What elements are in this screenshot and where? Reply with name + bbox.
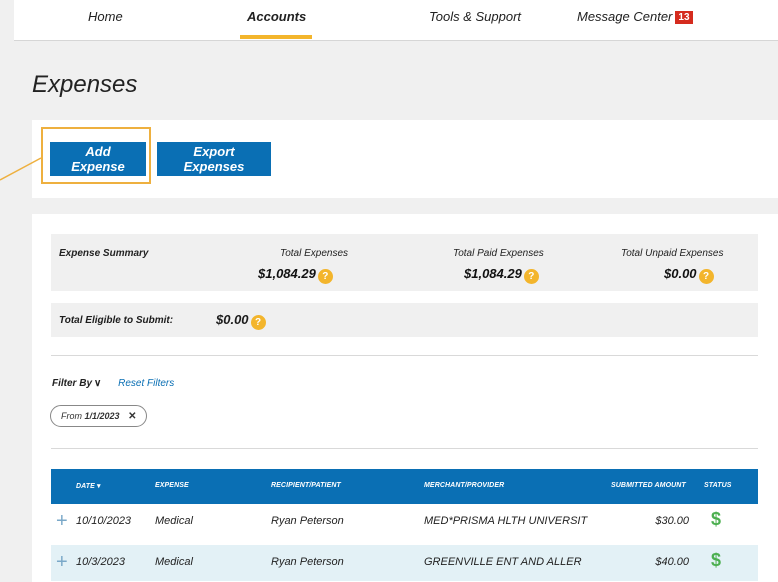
active-tab-indicator bbox=[240, 35, 312, 39]
row-amount: $40.00 bbox=[655, 556, 689, 568]
filter-row: Filter By ∨ Reset Filters bbox=[52, 378, 174, 389]
dollar-icon: $ bbox=[711, 509, 722, 529]
filter-chip-prefix: From bbox=[61, 411, 82, 421]
row-expense: Medical bbox=[155, 515, 193, 527]
eligible-label: Total Eligible to Submit: bbox=[59, 315, 174, 326]
summary-heading: Expense Summary bbox=[59, 248, 149, 259]
total-unpaid-value: $0.00? bbox=[664, 266, 714, 284]
total-expenses-amount: $1,084.29 bbox=[258, 266, 316, 281]
dollar-icon: $ bbox=[711, 550, 722, 570]
expense-header: EXPENSE bbox=[155, 482, 189, 489]
message-count-badge: 13 bbox=[675, 11, 693, 24]
help-icon[interactable]: ? bbox=[250, 315, 266, 330]
reset-filters-link[interactable]: Reset Filters bbox=[118, 378, 174, 389]
add-expense-button[interactable]: Add Expense bbox=[50, 142, 146, 176]
total-paid-amount: $1,084.29 bbox=[464, 266, 522, 281]
filter-by-dropdown[interactable]: Filter By ∨ bbox=[52, 378, 101, 389]
expenses-panel: Expense Summary Total Expenses $1,084.29… bbox=[32, 214, 778, 582]
total-paid-value: $1,084.29? bbox=[464, 266, 539, 284]
eligible-amount: $0.00 bbox=[216, 312, 249, 327]
divider bbox=[51, 355, 758, 356]
filter-chip[interactable]: From 1/1/2023 ✕ bbox=[50, 405, 148, 427]
tab-accounts[interactable]: Accounts bbox=[247, 9, 306, 24]
status-header: STATUS bbox=[704, 482, 732, 489]
chevron-down-icon: ∨ bbox=[94, 378, 102, 389]
row-expense: Medical bbox=[155, 556, 193, 568]
sort-date-header[interactable]: DATE ▾ bbox=[76, 482, 101, 490]
help-icon[interactable]: ? bbox=[317, 269, 333, 284]
tab-tools-support[interactable]: Tools & Support bbox=[429, 9, 521, 24]
row-recipient: Ryan Peterson bbox=[271, 556, 344, 568]
filter-chip-value: 1/1/2023 bbox=[84, 411, 120, 421]
tab-message-center[interactable]: Message Center 13 bbox=[577, 9, 693, 24]
date-header-label: DATE bbox=[76, 483, 95, 490]
eligible-value: $0.00? bbox=[216, 312, 266, 330]
help-icon[interactable]: ? bbox=[523, 269, 539, 284]
table-row[interactable]: + 10/3/2023 Medical Ryan Peterson GREENV… bbox=[51, 545, 758, 581]
row-recipient: Ryan Peterson bbox=[271, 515, 344, 527]
eligible-summary: Total Eligible to Submit: $0.00? bbox=[51, 303, 758, 337]
total-unpaid-amount: $0.00 bbox=[664, 266, 697, 281]
top-navigation: Home Accounts Tools & Support Message Ce… bbox=[14, 0, 778, 41]
page-title: Expenses bbox=[32, 71, 138, 98]
divider bbox=[51, 448, 758, 449]
sort-down-icon: ▾ bbox=[96, 483, 101, 490]
expand-row-icon[interactable]: + bbox=[56, 551, 68, 574]
total-paid-label: Total Paid Expenses bbox=[453, 248, 544, 259]
row-amount: $30.00 bbox=[655, 515, 689, 527]
recipient-header: RECIPIENT/PATIENT bbox=[271, 482, 341, 489]
amount-header: SUBMITTED AMOUNT bbox=[611, 482, 686, 489]
expand-row-icon[interactable]: + bbox=[56, 510, 68, 533]
total-unpaid-label: Total Unpaid Expenses bbox=[621, 248, 724, 259]
help-icon[interactable]: ? bbox=[698, 269, 714, 284]
export-expenses-button[interactable]: Export Expenses bbox=[157, 142, 271, 176]
tab-message-center-label: Message Center bbox=[577, 9, 673, 24]
close-icon[interactable]: ✕ bbox=[128, 411, 136, 422]
actions-panel: Add Expense Export Expenses bbox=[32, 120, 778, 198]
row-merchant: GREENVILLE ENT AND ALLER bbox=[424, 556, 582, 568]
total-expenses-value: $1,084.29? bbox=[258, 266, 333, 284]
filter-by-label: Filter By bbox=[52, 378, 93, 389]
row-date: 10/10/2023 bbox=[76, 515, 132, 527]
tab-home[interactable]: Home bbox=[88, 9, 123, 24]
table-row[interactable]: + 10/10/2023 Medical Ryan Peterson MED*P… bbox=[51, 504, 758, 540]
merchant-header: MERCHANT/PROVIDER bbox=[424, 482, 505, 489]
row-merchant: MED*PRISMA HLTH UNIVERSIT bbox=[424, 515, 588, 527]
total-expenses-label: Total Expenses bbox=[280, 248, 349, 259]
expense-summary: Expense Summary Total Expenses $1,084.29… bbox=[51, 234, 758, 291]
table-header: DATE ▾ EXPENSE RECIPIENT/PATIENT MERCHAN… bbox=[51, 469, 758, 504]
row-date: 10/3/2023 bbox=[76, 556, 125, 568]
